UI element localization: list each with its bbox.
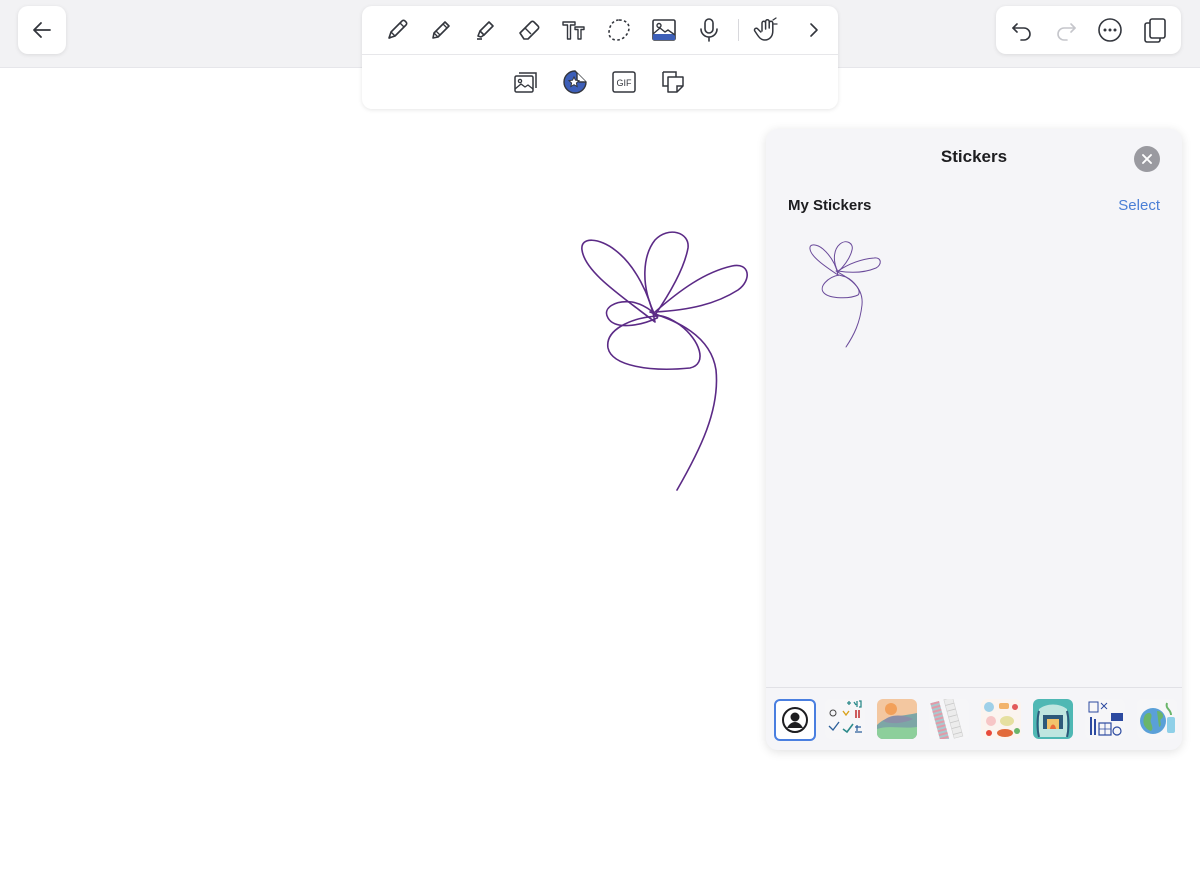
stickers-panel: Stickers My Stickers Select xyxy=(766,129,1182,750)
food-pack[interactable] xyxy=(981,699,1021,739)
my-stickers-pack[interactable] xyxy=(774,699,816,741)
close-panel-button[interactable] xyxy=(1134,146,1160,172)
panel-title: Stickers xyxy=(940,147,1008,166)
person-circle-icon xyxy=(782,707,808,733)
notes-app: GIF Stickers My Stickers Select xyxy=(0,0,1200,879)
washi-tape-pack[interactable] xyxy=(929,699,969,739)
sticker-flower-thumbnail[interactable] xyxy=(802,235,892,355)
food-thumbnail xyxy=(984,702,1020,737)
sticker-pack-tray xyxy=(766,687,1182,750)
landscape-thumbnail xyxy=(877,699,917,739)
math-doodles-thumbnail xyxy=(828,700,862,734)
my-stickers-heading: My Stickers xyxy=(788,197,872,214)
school-thumbnail xyxy=(1088,701,1123,736)
close-icon xyxy=(1142,154,1152,164)
math-doodles-pack[interactable] xyxy=(825,699,865,739)
scene-pack[interactable] xyxy=(1033,699,1073,739)
landscape-pack[interactable] xyxy=(877,699,917,739)
earth-thumbnail xyxy=(1140,702,1175,734)
earth-pack[interactable] xyxy=(1137,699,1177,739)
scene-thumbnail xyxy=(1033,699,1073,739)
school-pack[interactable] xyxy=(1085,699,1125,739)
select-button[interactable]: Select xyxy=(1118,197,1160,214)
washi-tape-thumbnail xyxy=(930,699,964,739)
